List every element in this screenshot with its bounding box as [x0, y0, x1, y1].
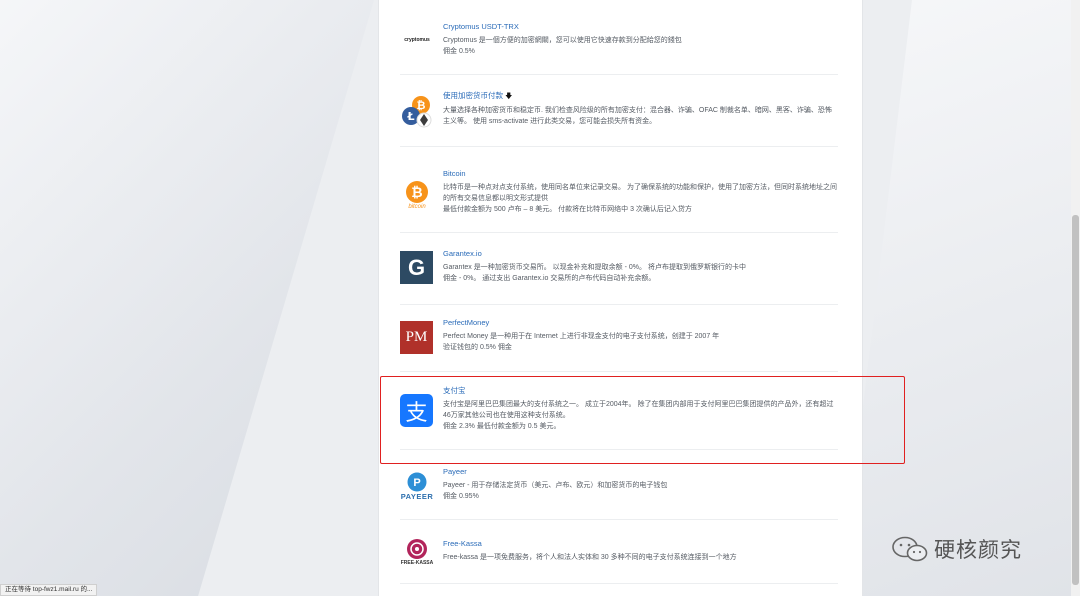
payment-commission: 佣金 - 0%。 通过支出 Garantex.io 交易所的卢布代码自动补充余额… [443, 275, 656, 282]
payment-description: Free-kassa 是一项免费服务，将个人和法人实体和 30 多种不同的电子支… [443, 554, 737, 561]
payment-commission: 佣金 0.95% [443, 493, 479, 500]
payment-description: 比特币是一种点对点支付系统，使用同名单位来记录交易。 为了确保系统的功能和保护，… [443, 184, 837, 202]
payment-item-bitcoin[interactable]: ₿ bitcoin Bitcoin 比特币是一种点对点支付系统，使用同名单位来记… [400, 148, 838, 233]
wechat-icon [892, 536, 928, 562]
bitcoin-logo-text: bitcoin [408, 204, 426, 210]
bitcoin-logo: ₿ bitcoin [400, 178, 434, 212]
payment-commission: 验证钱包的 0.5% 佣金 [443, 344, 512, 351]
payment-description: Garantex 是一种加密货币交易所。 以现金补充和提取余额 - 0%。 将卢… [443, 264, 746, 271]
payment-title[interactable]: 使用加密货币付款 🡇 [443, 91, 838, 102]
payment-description: Perfect Money 是一种用于在 Internet 上进行非现金支付的电… [443, 333, 720, 340]
svg-text:₿: ₿ [417, 99, 426, 112]
cryptomus-logo-text: cryptomus [404, 37, 430, 43]
svg-text:₿: ₿ [411, 185, 422, 201]
payeer-logo: P PAYEER [400, 469, 434, 503]
payment-title-text: 使用加密货币付款 [443, 91, 503, 100]
garantex-logo: G [400, 251, 433, 284]
payment-title[interactable]: Bitcoin [443, 169, 838, 179]
svg-text:Ł: Ł [406, 110, 414, 123]
payment-title[interactable]: Garantex.io [443, 249, 838, 259]
payment-title[interactable]: Free-Kassa [443, 539, 838, 549]
watermark-text: 硬核颜究 [934, 538, 1022, 562]
payment-title[interactable]: Cryptomus USDT-TRX [443, 22, 838, 32]
wechat-watermark: 硬核颜究 [892, 534, 1022, 564]
payment-commission: 最低付款金额为 500 卢布 – 8 美元。 付款将在比特币网络中 3 次确认后… [443, 206, 692, 213]
payment-item-garantex[interactable]: G Garantex.io Garantex 是一种加密货币交易所。 以现金补充… [400, 234, 838, 305]
page-scrollbar[interactable] [1071, 0, 1080, 596]
scrollbar-thumb[interactable] [1072, 215, 1079, 585]
payment-title[interactable]: Payeer [443, 467, 838, 477]
payment-title[interactable]: PerfectMoney [443, 318, 838, 328]
payment-description: Cryptomus 是一個方便的加密網關，您可以使用它快速存款到分配給您的錢包 [443, 37, 682, 44]
payeer-logo-letter: P [413, 477, 420, 489]
payment-item-freekassa[interactable]: FREE-KASSA Free-Kassa Free-kassa 是一项免费服务… [400, 521, 838, 584]
payeer-logo-text: PAYEER [400, 491, 434, 501]
browser-status-bar: 正在等待 top-fwz1.mail.ru 的... [0, 584, 98, 596]
perfectmoney-logo: PM [400, 321, 433, 354]
arrow-down-icon: 🡇 [505, 93, 513, 100]
crypto-coins-logo: ₿ Ł [400, 94, 434, 128]
freekassa-logo-text: FREE-KASSA [400, 560, 434, 566]
payment-item-perfectmoney[interactable]: PM PerfectMoney Perfect Money 是一种用于在 Int… [400, 306, 838, 372]
perfectmoney-logo-text: PM [405, 329, 428, 345]
payment-commission: 佣金 0.5% [443, 48, 475, 55]
garantex-logo-text: G [407, 254, 426, 280]
payment-description: 大量选择各种加密货币和稳定币. 我们检查风险级的所有加密支付：混合器、诈骗、OF… [443, 107, 832, 125]
payment-item-cryptomus[interactable]: cryptomus Cryptomus USDT-TRX Cryptomus 是… [400, 10, 838, 75]
payment-description: Payeer - 用于存储法定货币（美元、卢布、欧元）和加密货币的电子钱包 [443, 482, 668, 489]
alipay-highlight-box [380, 376, 905, 464]
cryptomus-logo: cryptomus [400, 23, 434, 57]
payment-item-crypto[interactable]: ₿ Ł 使用加密货币付款 🡇 大量选择各种加密货币和稳定币. 我们检查风险级的所… [400, 76, 838, 147]
freekassa-logo: FREE-KASSA [400, 535, 434, 569]
